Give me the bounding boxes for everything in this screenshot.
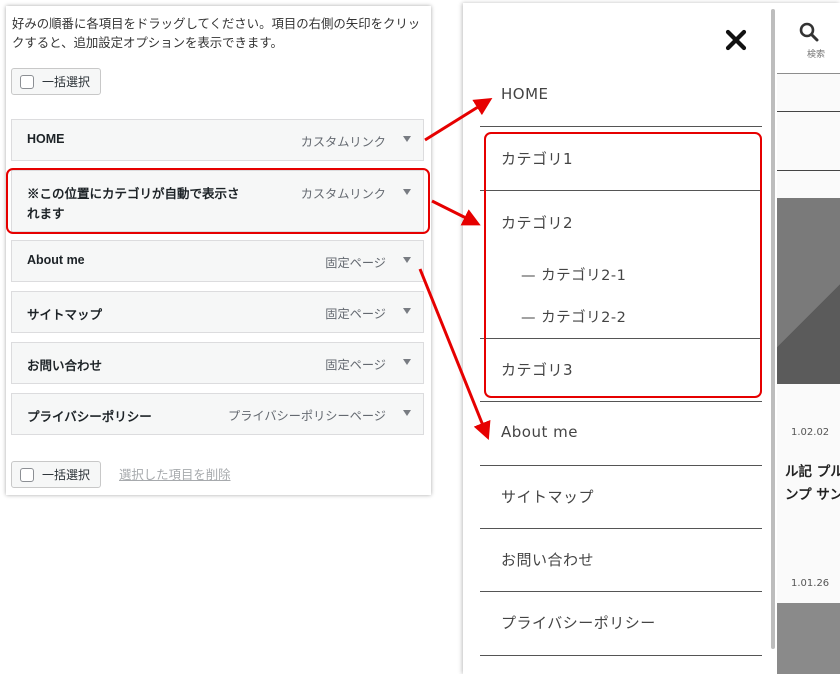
nav-item-about[interactable]: About me [501,423,578,441]
backdrop-divider [777,170,840,171]
nav-divider [480,126,762,127]
menu-item-about[interactable]: About me 固定ページ [11,240,424,282]
menu-item-title: サイトマップ [27,308,103,322]
menu-item-title: プライバシーポリシー [27,410,152,424]
nav-item-sitemap[interactable]: サイトマップ [501,486,594,507]
nav-item-contact[interactable]: お問い合わせ [501,549,594,570]
bulk-select-label: 一括選択 [42,468,91,482]
nav-divider [480,655,762,656]
backdrop-date: 1.01.26 [791,578,830,589]
nav-item-home[interactable]: HOME [501,85,549,103]
menu-item-home[interactable]: HOME カスタムリンク [11,119,424,161]
delete-selected-link[interactable]: 選択した項目を削除 [119,465,231,483]
mobile-preview: 検索 1.02.02 ル記 プル ンプ サン 1.01.26 HOME カテゴリ… [463,3,840,674]
highlight-box-right [484,132,762,398]
nav-drawer: HOME カテゴリ1 カテゴリ2 — カテゴリ2-1 — カテゴリ2-2 カテゴ… [463,3,777,674]
menu-item-type: 固定ページ [325,256,386,270]
bulk-select-top[interactable]: 一括選択 [11,68,102,95]
menu-item-sitemap[interactable]: サイトマップ 固定ページ [11,291,424,333]
expand-arrow-icon[interactable] [403,136,411,142]
expand-arrow-icon[interactable] [403,308,411,314]
expand-arrow-icon[interactable] [403,257,411,263]
menu-item-type: プライバシーポリシーページ [228,409,386,423]
bulk-select-checkbox[interactable] [20,467,34,482]
menu-item-privacy[interactable]: プライバシーポリシー プライバシーポリシーページ [11,393,424,435]
close-x-icon[interactable] [725,29,747,51]
nav-divider [480,465,762,466]
menu-item-title: HOME [27,132,65,146]
menu-item-title: About me [27,253,85,267]
menu-item-type: 固定ページ [325,307,386,321]
nav-divider [480,401,762,402]
backdrop-date: 1.02.02 [791,427,830,438]
search-label: 検索 [807,50,826,60]
bulk-select-bottom[interactable]: 一括選択 [11,461,102,488]
backdrop-divider [777,111,840,112]
backdrop-card-shade [777,198,840,384]
menu-item-type: カスタムリンク [300,135,386,149]
scrollbar[interactable] [771,9,775,649]
menu-item-type: 固定ページ [325,358,386,372]
bulk-select-label: 一括選択 [42,75,91,89]
menu-editor-panel: 好みの順番に各項目をドラッグしてください。項目の右側の矢印をクリックすると、追加… [6,6,431,495]
nav-divider [480,528,762,529]
menu-item-contact[interactable]: お問い合わせ 固定ページ [11,342,424,384]
backdrop-article-title: ル記 プル ンプ サン [785,464,840,503]
expand-arrow-icon[interactable] [403,359,411,365]
menu-item-title: お問い合わせ [27,359,103,373]
backdrop-card-image [777,603,840,674]
bulk-select-checkbox[interactable] [20,74,34,89]
nav-item-privacy[interactable]: プライバシーポリシー [501,612,656,633]
nav-divider [480,591,762,592]
highlight-box-left [6,168,430,234]
page-backdrop: 検索 1.02.02 ル記 プル ンプ サン 1.01.26 [777,3,840,674]
search-icon[interactable] [799,22,819,42]
instruction-text: 好みの順番に各項目をドラッグしてください。項目の右側の矢印をクリックすると、追加… [12,16,421,50]
expand-arrow-icon[interactable] [403,410,411,416]
backdrop-header: 検索 [777,3,840,73]
